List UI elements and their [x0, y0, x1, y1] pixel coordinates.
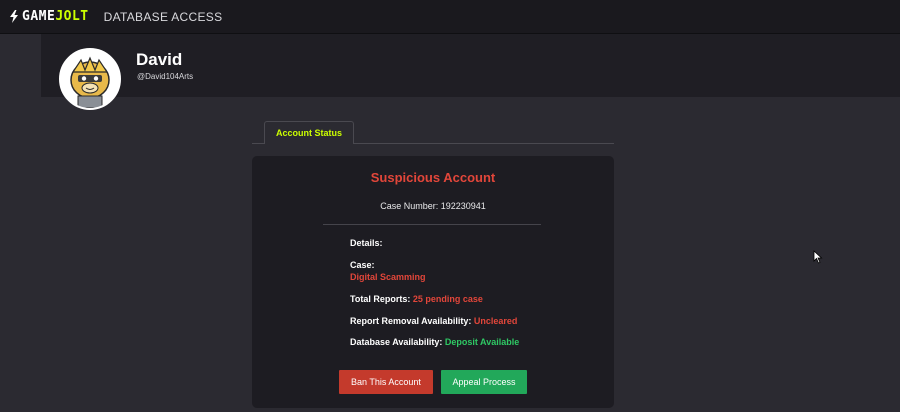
mouse-pointer-icon — [813, 250, 823, 264]
database-availability-value: Deposit Available — [444, 337, 520, 347]
ban-account-button[interactable]: Ban This Account — [339, 370, 433, 394]
report-removal-label: Report Removal Availability: — [350, 316, 472, 326]
database-availability-row: Database Availability: Deposit Available — [350, 337, 519, 347]
card-divider — [323, 224, 541, 225]
details-label: Details: — [350, 238, 383, 248]
report-removal-row: Report Removal Availability: Uncleared — [350, 316, 517, 326]
report-removal-value: Uncleared — [473, 316, 518, 326]
avatar-character-icon — [61, 50, 119, 108]
case-value: Digital Scamming — [350, 272, 426, 282]
total-reports-value: 25 pending case — [412, 294, 483, 304]
account-status-card: Suspicious Account Case Number: 19223094… — [252, 156, 614, 408]
avatar[interactable] — [59, 48, 121, 110]
logo-wordmark: GAMEJOLT — [22, 9, 89, 24]
case-label: Case: — [350, 260, 375, 270]
tab-account-status[interactable]: Account Status — [264, 121, 354, 144]
total-reports-label: Total Reports: — [350, 294, 411, 304]
logo-word-jolt: JOLT — [55, 9, 89, 24]
status-title: Suspicious Account — [370, 170, 496, 185]
gamejolt-logo[interactable]: GAMEJOLT — [9, 0, 89, 33]
top-navigation-bar: GAMEJOLT DATABASE ACCESS — [0, 0, 900, 34]
logo-word-game: GAME — [22, 9, 56, 24]
lightning-bolt-icon — [10, 10, 18, 23]
appeal-process-button[interactable]: Appeal Process — [441, 370, 527, 394]
profile-handle[interactable]: @David104Arts — [137, 72, 193, 81]
nav-database-access[interactable]: DATABASE ACCESS — [104, 10, 223, 24]
case-number: Case Number: 192230941 — [380, 201, 486, 211]
total-reports-row: Total Reports: 25 pending case — [350, 294, 483, 304]
database-availability-label: Database Availability: — [350, 337, 443, 347]
profile-name: David — [136, 50, 183, 69]
